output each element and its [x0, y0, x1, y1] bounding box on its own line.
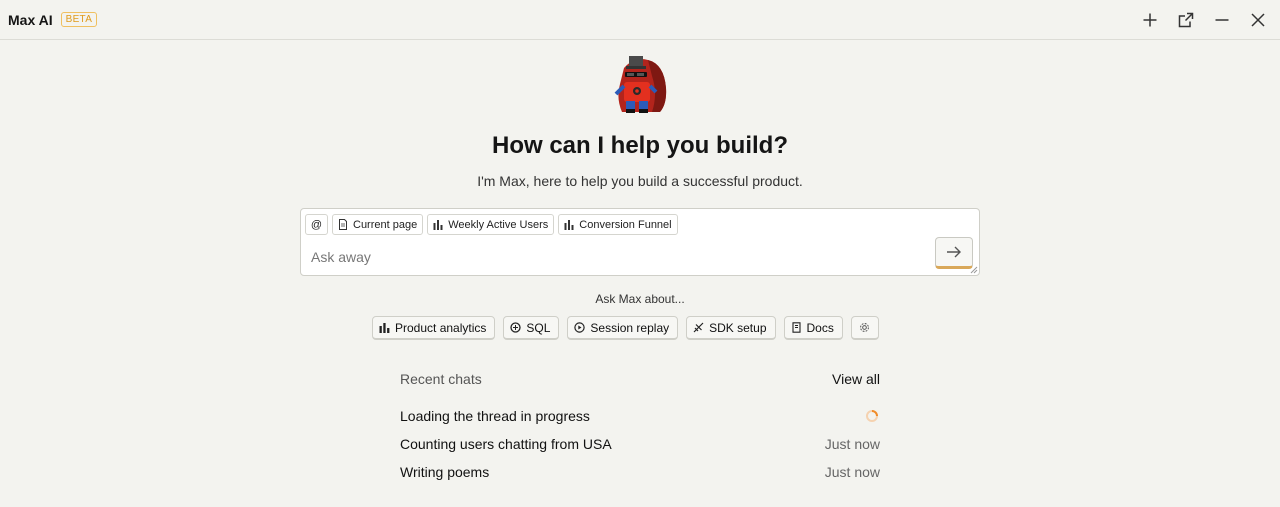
chat-item[interactable]: Writing poems Just now	[400, 458, 880, 486]
recent-chats-header: Recent chats View all	[400, 370, 880, 388]
suggestions-title: Ask Max about...	[595, 292, 685, 306]
chip-label: Weekly Active Users	[448, 218, 549, 231]
minimize-icon	[1215, 19, 1229, 21]
context-chips: @ Current page Weekly Active Users Conve…	[305, 214, 678, 235]
suggestion-label: Session replay	[590, 320, 670, 335]
at-icon: @	[310, 218, 323, 231]
suggestion-product-analytics[interactable]: Product analytics	[372, 316, 496, 340]
app-title: Max AI	[8, 11, 53, 28]
bar-chart-icon	[433, 220, 443, 230]
recent-chats-title: Recent chats	[400, 371, 482, 387]
bar-chart-icon	[564, 220, 574, 230]
settings-button[interactable]	[850, 316, 879, 340]
send-button[interactable]	[935, 237, 973, 269]
plug-icon	[693, 322, 704, 333]
context-chip-current-page[interactable]: Current page	[332, 214, 424, 235]
view-all-link[interactable]: View all	[832, 371, 880, 387]
minimize-button[interactable]	[1208, 6, 1236, 34]
book-icon	[791, 322, 801, 333]
recent-chats-list: Loading the thread in progress Counting …	[400, 402, 880, 486]
new-chat-button[interactable]	[1136, 6, 1164, 34]
plus-icon	[1143, 13, 1157, 27]
page-icon	[339, 219, 347, 230]
bar-chart-icon	[379, 323, 390, 333]
chat-item[interactable]: Counting users chatting from USA Just no…	[400, 430, 880, 458]
chat-timestamp: Just now	[824, 464, 880, 480]
database-icon	[510, 322, 522, 333]
loading-spinner-icon	[866, 410, 878, 422]
beta-badge: BETA	[60, 12, 98, 27]
close-button[interactable]	[1244, 6, 1272, 34]
resize-handle-icon[interactable]	[970, 266, 978, 274]
open-in-new-window-button[interactable]	[1172, 6, 1200, 34]
chat-title: Writing poems	[400, 464, 490, 480]
max-hedgehog-mascot	[614, 56, 667, 113]
page-title: How can I help you build?	[491, 132, 788, 159]
context-chip-weekly-active-users[interactable]: Weekly Active Users	[427, 214, 555, 235]
chat-item[interactable]: Loading the thread in progress	[400, 402, 880, 430]
arrow-right-icon	[947, 246, 961, 258]
chip-label: Conversion Funnel	[579, 218, 672, 231]
play-icon	[574, 322, 586, 333]
context-chip-conversion-funnel[interactable]: Conversion Funnel	[558, 214, 678, 235]
gear-icon	[860, 323, 870, 332]
chat-timestamp: Just now	[824, 436, 880, 452]
ask-input[interactable]	[311, 247, 911, 267]
suggestion-sql[interactable]: SQL	[503, 316, 560, 340]
top-bar: Max AI BETA	[0, 0, 1280, 40]
close-icon	[1251, 13, 1265, 27]
suggestion-label: Product analytics	[395, 320, 487, 335]
suggestion-session-replay[interactable]: Session replay	[567, 316, 679, 340]
suggestion-label: Docs	[806, 320, 834, 335]
chat-title: Counting users chatting from USA	[400, 436, 612, 452]
suggestion-buttons: Product analytics SQL Session replay SDK…	[372, 316, 879, 340]
chip-label: Current page	[353, 218, 418, 231]
window-actions	[1136, 6, 1272, 34]
intro-text: I'm Max, here to help you build a succes…	[477, 173, 803, 189]
mention-button[interactable]: @	[305, 214, 328, 235]
suggestion-sdk-setup[interactable]: SDK setup	[686, 316, 776, 340]
suggestion-label: SDK setup	[709, 320, 767, 335]
suggestion-docs[interactable]: Docs	[783, 316, 843, 340]
chat-title: Loading the thread in progress	[400, 408, 590, 424]
suggestion-label: SQL	[526, 320, 551, 335]
open-external-icon	[1178, 12, 1194, 28]
chat-composer: @ Current page Weekly Active Users Conve…	[300, 208, 980, 276]
